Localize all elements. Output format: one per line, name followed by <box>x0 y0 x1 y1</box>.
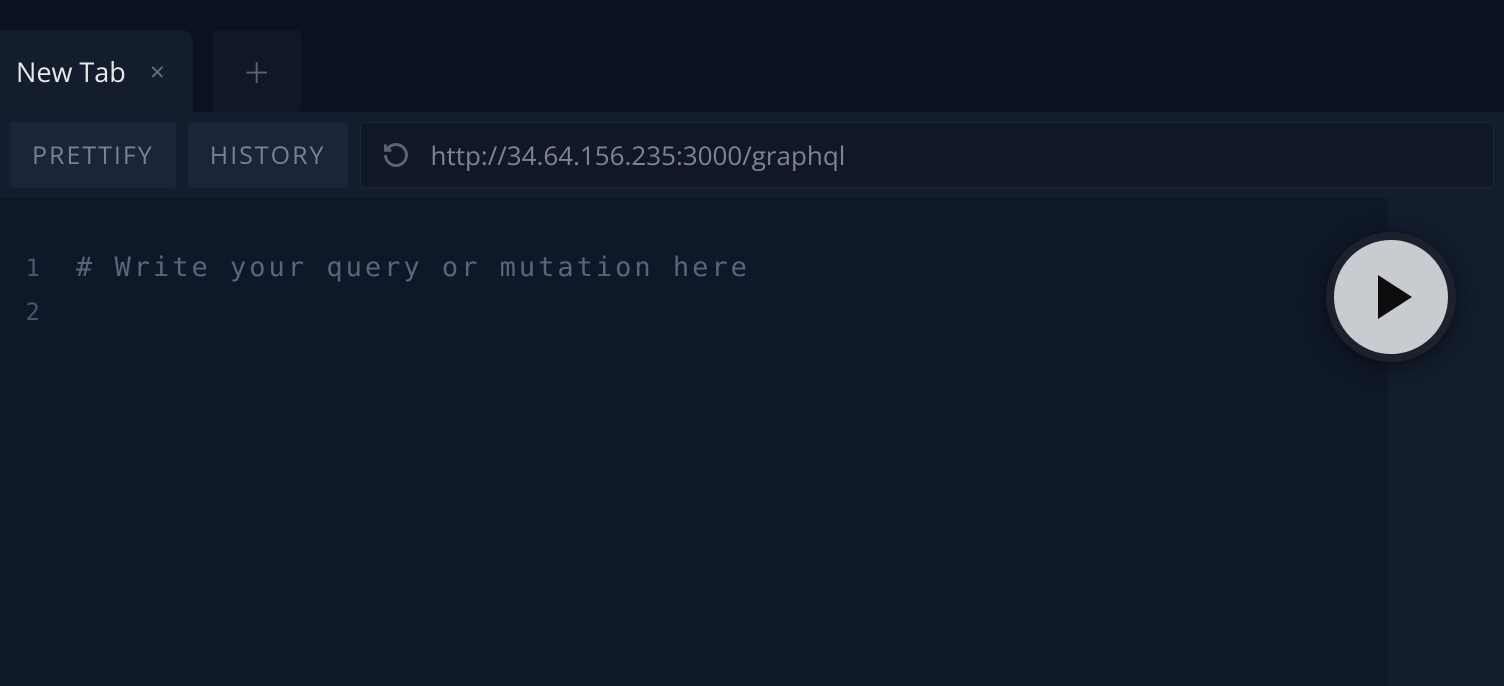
top-spacer <box>0 0 1504 30</box>
url-bar <box>360 122 1494 188</box>
plus-icon: + <box>244 49 269 93</box>
add-tab-button[interactable]: + <box>213 30 301 112</box>
toolbar: PRETTIFY HISTORY <box>0 112 1504 198</box>
tab-label: New Tab <box>16 53 126 90</box>
tab-bar: New Tab × + <box>0 30 1504 112</box>
reload-icon[interactable] <box>381 140 411 170</box>
prettify-button[interactable]: PRETTIFY <box>10 122 176 188</box>
tab-active[interactable]: New Tab × <box>0 30 193 112</box>
execute-button[interactable] <box>1326 232 1456 362</box>
play-icon <box>1378 275 1412 319</box>
history-button[interactable]: HISTORY <box>188 122 348 188</box>
line-number: 2 <box>0 290 40 334</box>
editor-area: 1 2 # Write your query or mutation here <box>0 198 1504 686</box>
editor-panel[interactable]: 1 2 # Write your query or mutation here <box>0 198 1388 686</box>
code-editor[interactable]: # Write your query or mutation here <box>56 246 1388 638</box>
line-number: 1 <box>0 246 40 290</box>
close-icon[interactable]: × <box>146 54 169 88</box>
line-gutter: 1 2 <box>0 246 56 638</box>
code-line: # Write your query or mutation here <box>76 246 1388 290</box>
url-input[interactable] <box>431 137 1473 173</box>
